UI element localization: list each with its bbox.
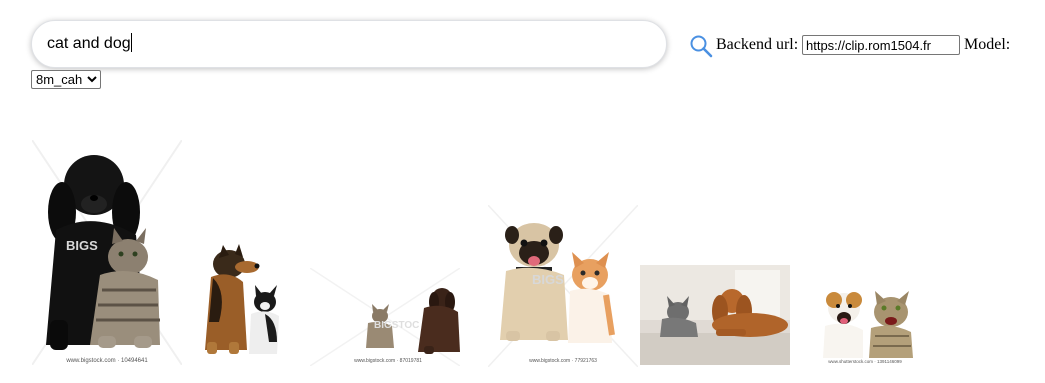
result-image-5[interactable]: [640, 265, 790, 383]
result-image-3[interactable]: BIGSTOC www.bigstock.com · 87019781: [310, 268, 460, 366]
svg-text:BIGS: BIGS: [66, 238, 98, 253]
result-image-6[interactable]: www.shutterstock.com · 1391146099: [813, 286, 916, 366]
result-caption-2: www.bigstock.com · 87019781: [354, 358, 422, 364]
svg-text:BIGS: BIGS: [532, 272, 564, 287]
svg-text:BIGSTOC: BIGSTOC: [374, 320, 419, 331]
result-image-4[interactable]: BIGS www.bigstock.com · 77921763: [488, 205, 638, 367]
result-caption-4: www.shutterstock.com · 1391146099: [828, 359, 902, 364]
result-image-2[interactable]: [189, 242, 289, 362]
result-caption-1: www.bigstock.com · 10494641: [65, 358, 148, 364]
result-caption-3: www.bigstock.com · 77921763: [529, 358, 597, 364]
results-grid: BIGS www.bigstock.com · 10494641 BIGSTOC…: [0, 0, 1045, 383]
result-image-1[interactable]: BIGS www.bigstock.com · 10494641: [32, 140, 182, 365]
